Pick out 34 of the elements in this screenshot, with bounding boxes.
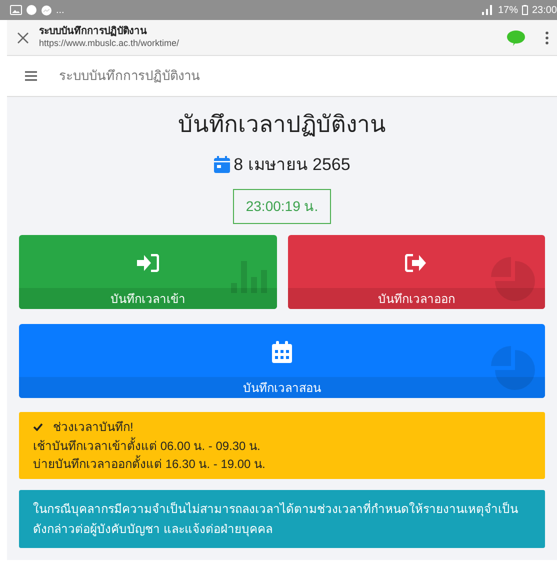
action-card[interactable]: บันทึกเวลาสอน — [19, 324, 545, 398]
clock-display: 23:00:19 น. — [232, 189, 332, 224]
image-icon — [10, 5, 22, 15]
bar-chart-icon — [230, 261, 266, 293]
action-label: บันทึกเวลาออก — [378, 290, 455, 308]
app-title: ระบบบันทึกการปฏิบัติงาน — [59, 67, 200, 86]
info-message: ในกรณีบุคลากรมีความจำเป็นไม่สามารถลงเวลาได้ตามช่วงเวลาที่กำหนดให้รายงานเหตุจำเป็นดังกล่าวต่อผู้บังคับบัญชา และแจ้งต่อฝ่ายบุคคล — [19, 490, 545, 548]
date-label: 8 เมษายน 2565 — [234, 154, 350, 176]
action-label: บันทึกเวลาสอน — [243, 380, 321, 396]
more-notifications: ... — [56, 4, 64, 18]
calendar-icon — [214, 156, 230, 173]
page-heading: บันทึกเวลาปฏิบัติงาน — [178, 110, 386, 139]
signal-icon — [480, 5, 494, 15]
page-title: ระบบบันทึกการปฏิบัติงาน — [39, 26, 148, 38]
close-icon[interactable] — [17, 32, 29, 44]
notice-line: บ่ายบันทึกเวลาออกตั้งแต่ 16.30 น. - 19.00 น. — [33, 455, 266, 473]
sign-out-icon — [405, 254, 428, 272]
pie-chart-icon — [491, 257, 535, 301]
action-card[interactable]: บันทึกเวลาเข้า — [19, 235, 276, 309]
battery-percent: 17% — [498, 4, 518, 18]
action-card[interactable]: บันทึกเวลาออก — [288, 235, 545, 309]
battery-icon — [522, 5, 528, 15]
clock-time: 23:00 — [532, 4, 557, 18]
messenger-icon — [41, 4, 52, 16]
notice-title: ช่วงเวลาบันทึก! — [53, 419, 134, 436]
notice-line: เช้าบันทึกเวลาเข้าตั้งแต่ 06.00 น. - 09.30 น. — [33, 437, 262, 455]
action-label: บันทึกเวลาเข้า — [110, 290, 186, 308]
sign-in-icon — [136, 254, 159, 272]
menu-icon[interactable] — [25, 71, 37, 81]
calendar-icon — [272, 340, 292, 362]
more-icon[interactable] — [545, 30, 549, 44]
page-url: https://www.mbuslc.ac.th/worktime/ — [39, 38, 180, 50]
check-icon — [33, 423, 43, 431]
pie-chart-icon — [491, 346, 535, 390]
